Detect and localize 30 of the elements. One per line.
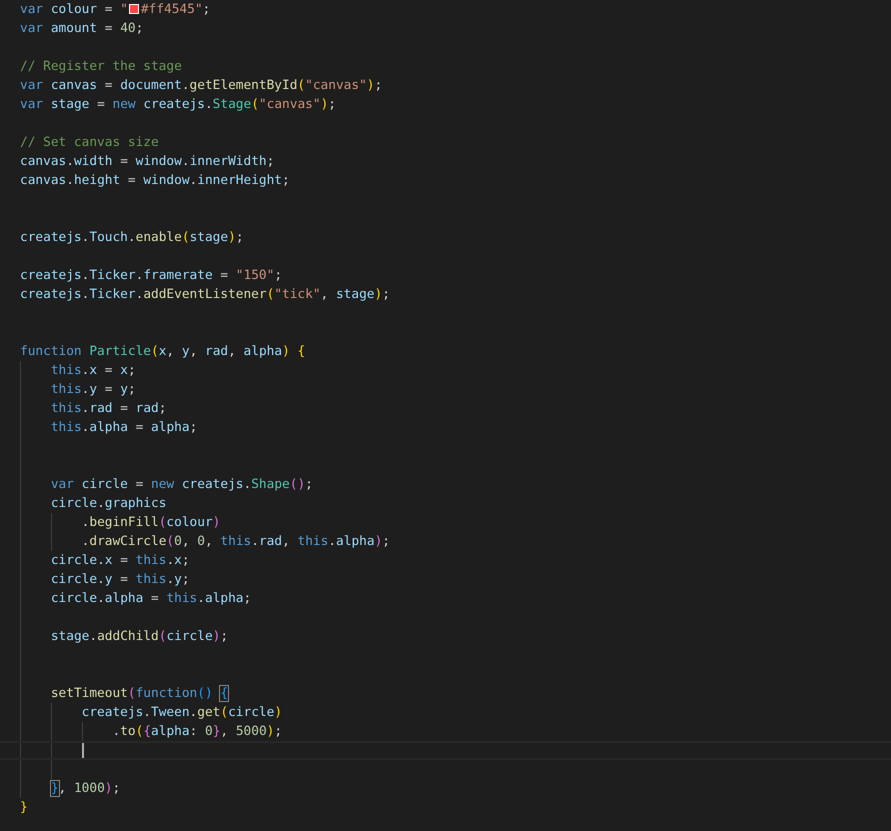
code-line: var amount = 40;	[20, 21, 144, 36]
code-line: canvas.width = window.innerWidth;	[20, 154, 274, 169]
code-line: .to({alpha: 0}, 5000);	[111, 724, 282, 739]
color-swatch-icon[interactable]	[128, 4, 139, 14]
code-line: this.x = x;	[50, 363, 136, 378]
code-line: createjs.Tween.get(circle)	[80, 705, 282, 720]
code-line: this.rad = rad;	[50, 401, 166, 416]
code-line: }, 1000);	[50, 781, 120, 796]
code-line: .drawCircle(0, 0, this.rad, this.alpha);	[80, 534, 390, 549]
code-line: setTimeout(function() {	[50, 686, 228, 701]
code-line: }	[20, 800, 28, 815]
code-line: circle.x = this.x;	[50, 553, 190, 568]
code-line: this.y = y;	[50, 382, 136, 397]
code-line: circle.graphics	[50, 496, 166, 511]
code-line: var colour = " #ff4545";	[20, 2, 210, 17]
code-line: var circle = new createjs.Shape();	[50, 477, 313, 492]
code-line: var canvas = document.getElementById("canvas");	[20, 78, 382, 93]
code-line: stage.addChild(circle);	[50, 629, 228, 644]
code-line: this.alpha = alpha;	[50, 420, 198, 435]
code-line: createjs.Ticker.addEventListener("tick", stage);	[20, 287, 390, 302]
code-line: function Particle(x, y, rad, alpha) {	[20, 344, 306, 359]
code-line: // Set canvas size	[20, 135, 159, 150]
code-line: circle.y = this.y;	[50, 572, 190, 587]
code-line: var stage = new createjs.Stage("canvas");	[20, 97, 336, 112]
code-line: createjs.Touch.enable(stage);	[20, 230, 244, 245]
code-line: canvas.height = window.innerHeight;	[20, 173, 290, 188]
code-line: circle.alpha = this.alpha;	[50, 591, 252, 606]
code-line: createjs.Ticker.framerate = "150";	[20, 268, 282, 283]
code-line: // Register the stage	[20, 59, 182, 74]
code-line: .beginFill(colour)	[80, 515, 220, 530]
